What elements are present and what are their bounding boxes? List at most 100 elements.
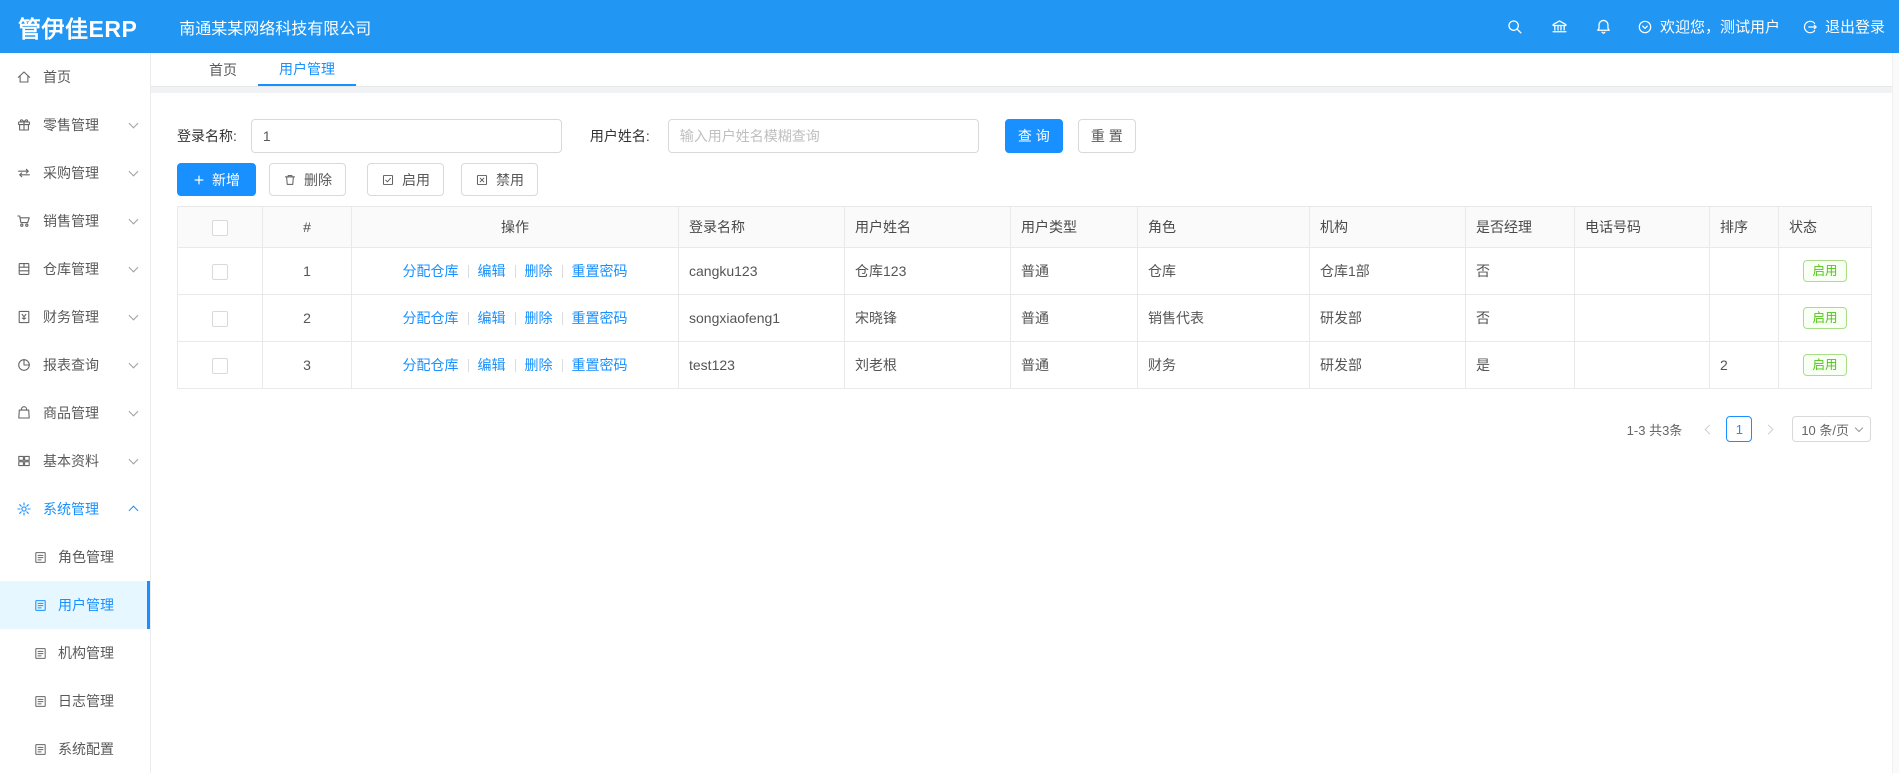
reset-password-link[interactable]: 重置密码 [572, 308, 628, 328]
sidebar-item-warehouse[interactable]: 仓库管理 [0, 245, 150, 293]
user-menu[interactable]: 欢迎您，测试用户 [1637, 16, 1780, 37]
sidebar-item-role-mgmt[interactable]: 角色管理 [0, 533, 150, 581]
bell-icon[interactable] [1595, 18, 1613, 36]
document-icon [35, 743, 46, 755]
sidebar-item-org-mgmt[interactable]: 机构管理 [0, 629, 150, 677]
pagination-total: 1-3 共3条 [1626, 422, 1683, 438]
cell-type: 普通 [1010, 294, 1138, 342]
enable-button[interactable]: 启用 [367, 163, 444, 196]
tab-bar: 首页 用户管理 [151, 53, 1899, 87]
pie-chart-icon [18, 359, 30, 371]
logout-icon [1803, 20, 1817, 33]
prev-page-button[interactable] [1696, 417, 1720, 441]
search-form: 登录名称: 用户姓名: 查 询 重 置 [177, 119, 1899, 153]
row-checkbox[interactable] [212, 357, 228, 374]
sidebar-item-sales[interactable]: 销售管理 [0, 197, 150, 245]
document-icon [35, 647, 46, 659]
status-badge[interactable]: 启用 [1803, 354, 1847, 376]
disable-button[interactable]: 禁用 [461, 163, 538, 196]
divider [561, 358, 563, 372]
status-badge[interactable]: 启用 [1803, 260, 1847, 282]
logout-text: 退出登录 [1824, 19, 1885, 36]
cell-phone [1574, 341, 1710, 389]
sidebar-item-log-mgmt[interactable]: 日志管理 [0, 677, 150, 725]
divider [514, 358, 516, 372]
warehouse-icon [18, 263, 30, 275]
cell-sort [1709, 247, 1779, 295]
sidebar-item-system[interactable]: 系统管理 [0, 485, 150, 533]
select-all-checkbox[interactable] [212, 219, 228, 236]
document-icon [35, 551, 46, 563]
table-header-row: # 操作 登录名称 用户姓名 用户类型 角色 机构 是否经理 电话号码 排序 状… [177, 206, 1872, 248]
cell-org: 研发部 [1309, 341, 1466, 389]
reset-password-link[interactable]: 重置密码 [572, 355, 628, 375]
divider [467, 358, 469, 372]
assign-warehouse-link[interactable]: 分配仓库 [403, 355, 459, 375]
delete-link[interactable]: 删除 [525, 308, 553, 328]
sidebar-item-sys-config[interactable]: 系统配置 [0, 725, 150, 773]
assign-warehouse-link[interactable]: 分配仓库 [403, 261, 459, 281]
row-checkbox[interactable] [212, 310, 228, 327]
status-badge[interactable]: 启用 [1803, 307, 1847, 329]
col-actions: 操作 [351, 206, 679, 248]
scrollbar[interactable] [1892, 53, 1899, 773]
sidebar-item-retail[interactable]: 零售管理 [0, 101, 150, 149]
goods-icon [18, 406, 30, 419]
current-page[interactable]: 1 [1726, 416, 1753, 442]
delete-button[interactable]: 删除 [269, 163, 346, 196]
divider [467, 311, 469, 325]
tab-user-management[interactable]: 用户管理 [258, 53, 356, 86]
add-button[interactable]: 新增 [177, 163, 256, 196]
page-size-select[interactable]: 10 条/页 [1792, 416, 1871, 442]
cell-type: 普通 [1010, 247, 1138, 295]
sidebar-item-home[interactable]: 首页 [0, 53, 150, 101]
sidebar-item-finance[interactable]: 财务管理 [0, 293, 150, 341]
reset-button[interactable]: 重 置 [1077, 119, 1136, 153]
main-area: 首页 用户管理 登录名称: 用户姓名: 查 询 重 置 新增 [151, 53, 1899, 773]
tab-home[interactable]: 首页 [188, 53, 258, 86]
row-checkbox[interactable] [212, 263, 228, 280]
col-index: # [262, 206, 352, 248]
cell-login: songxiaofeng1 [678, 294, 845, 342]
row-index: 3 [262, 341, 352, 389]
col-manager: 是否经理 [1465, 206, 1575, 248]
plus-icon [194, 175, 204, 184]
sidebar-item-purchase[interactable]: 采购管理 [0, 149, 150, 197]
table-row: 3 分配仓库 编辑 删除 重置密码 test123 刘老根 普通 财务 研发部 … [177, 341, 1872, 389]
chevron-down-icon [128, 118, 139, 129]
divider [561, 264, 563, 278]
welcome-text: 欢迎您，测试用户 [1659, 19, 1780, 36]
user-name-input[interactable] [667, 119, 979, 153]
edit-link[interactable]: 编辑 [478, 261, 506, 281]
cell-login: cangku123 [678, 247, 845, 295]
cell-name: 宋晓锋 [844, 294, 1011, 342]
user-dropdown-icon [1638, 20, 1652, 33]
query-button[interactable]: 查 询 [1004, 119, 1063, 153]
chevron-down-icon [128, 214, 139, 225]
chevron-left-icon [1704, 424, 1715, 434]
col-login: 登录名称 [678, 206, 845, 248]
search-icon[interactable] [1506, 18, 1524, 36]
sidebar-item-reports[interactable]: 报表查询 [0, 341, 150, 389]
next-page-button[interactable] [1758, 417, 1782, 441]
cell-login: test123 [678, 341, 845, 389]
cell-org: 仓库1部 [1309, 247, 1466, 295]
home-icon [17, 71, 31, 83]
row-index: 1 [262, 247, 352, 295]
logout-button[interactable]: 退出登录 [1802, 16, 1885, 37]
gear-icon [17, 502, 31, 516]
bank-icon[interactable] [1551, 18, 1569, 36]
delete-link[interactable]: 删除 [525, 355, 553, 375]
pagination: 1-3 共3条 1 10 条/页 [177, 416, 1871, 442]
page: 管伊佳ERP 南通某某网络科技有限公司 欢迎您，测试用户 退出登录 首页 零售管… [0, 0, 1899, 773]
sidebar-item-user-mgmt[interactable]: 用户管理 [0, 581, 150, 629]
edit-link[interactable]: 编辑 [478, 355, 506, 375]
edit-link[interactable]: 编辑 [478, 308, 506, 328]
login-name-input[interactable] [250, 119, 562, 153]
retail-icon [18, 119, 30, 131]
sidebar-item-basedata[interactable]: 基本资料 [0, 437, 150, 485]
assign-warehouse-link[interactable]: 分配仓库 [403, 308, 459, 328]
delete-link[interactable]: 删除 [525, 261, 553, 281]
sidebar-item-goods[interactable]: 商品管理 [0, 389, 150, 437]
reset-password-link[interactable]: 重置密码 [572, 261, 628, 281]
